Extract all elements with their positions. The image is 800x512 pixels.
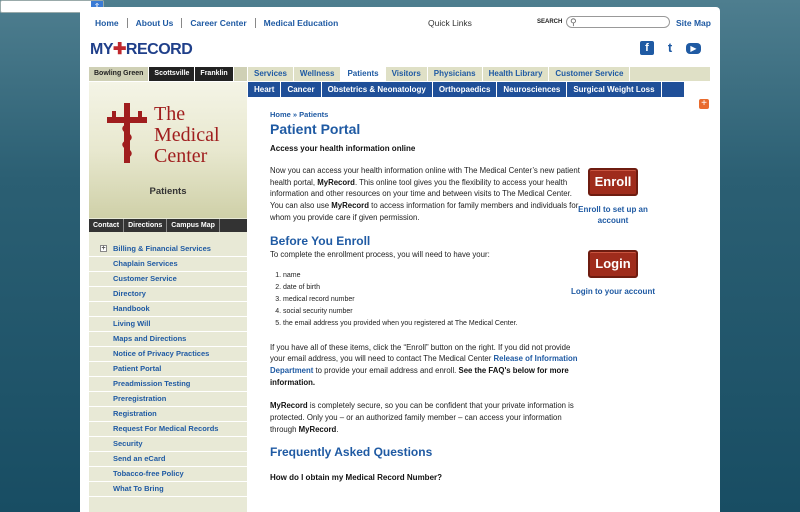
sidebar: The Medical Center Patients Contact Dire… xyxy=(89,82,247,512)
medical-caduceus-icon xyxy=(107,103,147,163)
share-plus-icon[interactable]: + xyxy=(699,99,709,109)
main-nav-patients[interactable]: Patients xyxy=(341,67,386,81)
nav-career-link[interactable]: Career Center xyxy=(181,18,254,28)
list-item: date of birth xyxy=(283,282,580,294)
main-nav: Services Wellness Patients Visitors Phys… xyxy=(248,67,710,81)
search-input[interactable] xyxy=(580,18,666,26)
facebook-icon[interactable]: f xyxy=(640,41,654,55)
logo-record: RECORD xyxy=(125,41,193,58)
secure-bold-1: MyRecord xyxy=(270,401,308,411)
sidebar-menu: + Billing & Financial Services Chaplain S… xyxy=(89,242,247,497)
brand-line-2: Medical xyxy=(154,124,220,146)
main-nav-physicians[interactable]: Physicians xyxy=(428,67,483,81)
main-nav-visitors[interactable]: Visitors xyxy=(386,67,428,81)
main-nav-customer-service[interactable]: Customer Service xyxy=(549,67,631,81)
sidebar-item-label: Billing & Financial Services xyxy=(113,244,211,253)
faq-heading: Frequently Asked Questions xyxy=(270,445,433,460)
utility-nav: Home About Us Career Center Medical Educ… xyxy=(95,18,346,28)
brand-name: The Medical Center xyxy=(154,104,220,167)
expand-plus-icon[interactable]: + xyxy=(100,245,107,252)
search-box[interactable]: ⚲ xyxy=(566,16,670,28)
brand-line-3: Center xyxy=(154,145,208,167)
location-tabs: Contact Directions Campus Map xyxy=(89,219,247,232)
logo-cross-icon: ✚ xyxy=(113,41,126,58)
list-item: name xyxy=(283,270,580,282)
brand-subtitle: Patients xyxy=(149,186,187,197)
intro-bold-1: MyRecord xyxy=(317,177,355,187)
list-item: medical record number xyxy=(283,294,580,306)
after-text-2: to provide your email address and enroll… xyxy=(313,365,459,375)
campus-tabs: Bowling Green Scottsville Franklin xyxy=(89,67,247,81)
site-map-link[interactable]: Site Map xyxy=(676,18,711,28)
main-nav-services[interactable]: Services xyxy=(248,67,294,81)
sub-nav-orthopaedics[interactable]: Orthopaedics xyxy=(433,82,498,97)
sub-nav-neurosciences[interactable]: Neurosciences xyxy=(497,82,568,97)
sidebar-item-customer-service[interactable]: Customer Service xyxy=(89,272,247,287)
myrecord-logo[interactable]: MY✚RECORD xyxy=(90,39,193,59)
breadcrumb[interactable]: Home » Patients xyxy=(270,110,580,119)
sidebar-item-patient-portal[interactable]: Patient Portal xyxy=(89,362,247,377)
main-nav-health-library[interactable]: Health Library xyxy=(483,67,550,81)
logo-my: MY xyxy=(90,41,114,58)
intro-bold-2: MyRecord xyxy=(331,201,369,211)
sidebar-item-living-will[interactable]: Living Will xyxy=(89,317,247,332)
sidebar-item-ecard[interactable]: Send an eCard xyxy=(89,452,247,467)
social-links: f t ▶ xyxy=(640,41,701,55)
list-item: the email address you provided when you … xyxy=(283,318,580,330)
sub-nav-cancer[interactable]: Cancer xyxy=(281,82,322,97)
search-label: SEARCH xyxy=(537,19,563,25)
before-enroll-subtext: To complete the enrollment process, you … xyxy=(270,249,490,259)
sidebar-item-directory[interactable]: Directory xyxy=(89,287,247,302)
nav-about-link[interactable]: About Us xyxy=(126,18,182,28)
tab-directions[interactable]: Directions xyxy=(124,219,168,232)
sidebar-item-privacy[interactable]: Notice of Privacy Practices xyxy=(89,347,247,362)
secure-text-2: . xyxy=(336,424,339,434)
service-line-nav: Heart Cancer Obstetrics & Neonatology Or… xyxy=(248,82,684,97)
sidebar-item-preregistration[interactable]: Preregistration xyxy=(89,392,247,407)
list-item: social security number xyxy=(283,306,580,318)
enroll-button[interactable]: Enroll xyxy=(588,168,638,196)
tab-scottsville[interactable]: Scottsville xyxy=(149,67,196,81)
after-paragraph: If you have all of these items, click th… xyxy=(270,342,580,389)
enroll-link[interactable]: Enroll to set up an account xyxy=(568,204,658,226)
login-button[interactable]: Login xyxy=(588,250,638,278)
tab-contact[interactable]: Contact xyxy=(89,219,125,232)
sidebar-item-handbook[interactable]: Handbook xyxy=(89,302,247,317)
before-enroll-heading: Before You Enroll xyxy=(270,233,371,248)
web-page: Home About Us Career Center Medical Educ… xyxy=(80,7,720,512)
tab-campus-map[interactable]: Campus Map xyxy=(167,219,220,232)
login-link[interactable]: Login to your account xyxy=(568,286,658,297)
faq-question[interactable]: How do I obtain my Medical Record Number… xyxy=(270,473,580,482)
twitter-icon[interactable]: t xyxy=(663,41,677,55)
sub-nav-obstetrics[interactable]: Obstetrics & Neonatology xyxy=(322,82,433,97)
secure-bold-2: MyRecord xyxy=(298,424,337,434)
sidebar-item-security[interactable]: Security xyxy=(89,437,247,452)
requirements-list: name date of birth medical record number… xyxy=(270,270,580,330)
brand-line-1: The xyxy=(154,103,186,125)
nav-medical-education-link[interactable]: Medical Education xyxy=(254,18,347,28)
main-content: Home » Patients Patient Portal Access yo… xyxy=(270,110,580,482)
youtube-icon[interactable]: ▶ xyxy=(686,43,701,54)
tab-bowling-green[interactable]: Bowling Green xyxy=(89,67,150,81)
lead-text: Access your health information online xyxy=(270,144,416,153)
brand-panel: The Medical Center Patients xyxy=(89,82,247,218)
tab-franklin[interactable]: Franklin xyxy=(195,67,234,81)
sub-nav-weight-loss[interactable]: Surgical Weight Loss xyxy=(567,82,662,97)
sidebar-item-maps[interactable]: Maps and Directions xyxy=(89,332,247,347)
sidebar-item-tobacco[interactable]: Tobacco-free Policy xyxy=(89,467,247,482)
sidebar-item-medical-records[interactable]: Request For Medical Records xyxy=(89,422,247,437)
search-icon: ⚲ xyxy=(570,17,577,27)
sidebar-item-what-to-bring[interactable]: What To Bring xyxy=(89,482,247,497)
sidebar-item-billing[interactable]: + Billing & Financial Services xyxy=(89,242,247,257)
sidebar-item-chaplain[interactable]: Chaplain Services xyxy=(89,257,247,272)
intro-paragraph: Now you can access your health informati… xyxy=(270,165,580,224)
sidebar-item-preadmission[interactable]: Preadmission Testing xyxy=(89,377,247,392)
nav-home-link[interactable]: Home xyxy=(95,18,127,28)
sidebar-item-registration[interactable]: Registration xyxy=(89,407,247,422)
secure-paragraph: MyRecord is completely secure, so you ca… xyxy=(270,400,580,435)
main-nav-wellness[interactable]: Wellness xyxy=(294,67,342,81)
page-title: Patient Portal xyxy=(270,121,361,137)
sub-nav-heart[interactable]: Heart xyxy=(248,82,282,97)
quick-links-menu[interactable]: Quick Links xyxy=(428,18,472,28)
